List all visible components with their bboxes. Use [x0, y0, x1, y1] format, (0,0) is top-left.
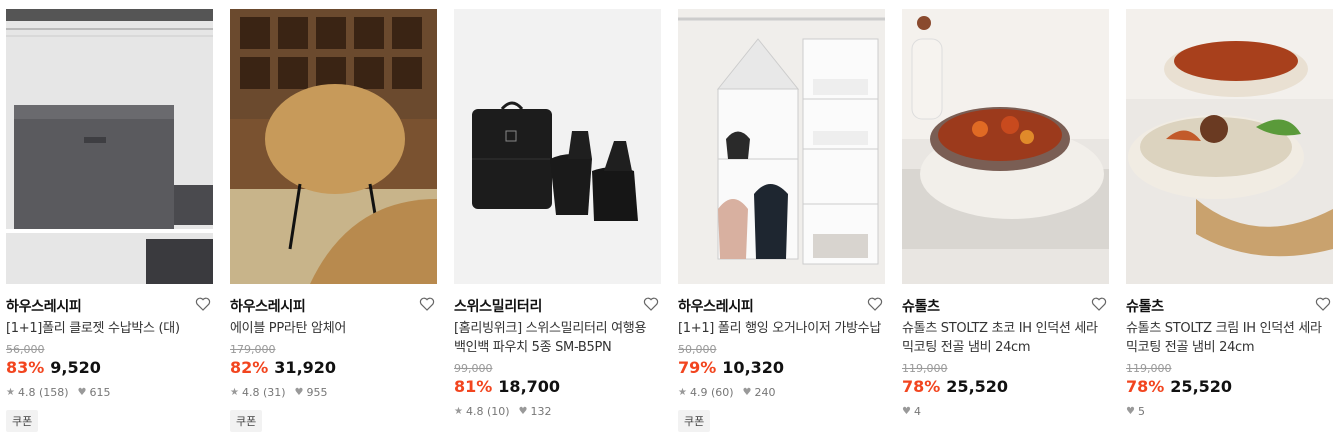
- product-card[interactable]: 하우스레시피 [1+1] 폴리 행잉 오거나이저 가방수납 50,000 79%…: [678, 9, 885, 432]
- star-icon: ★: [230, 387, 239, 398]
- product-name[interactable]: 슈톨츠 STOLTZ 초코 IH 인덕션 세라믹코팅 전골 냄비 24cm: [902, 319, 1109, 357]
- original-price: 119,000: [1126, 362, 1172, 375]
- like-count: 240: [754, 386, 776, 399]
- heart-icon[interactable]: [1315, 296, 1331, 312]
- heart-small-icon: ♥: [294, 387, 304, 398]
- brand-name: 하우스레시피: [6, 299, 82, 315]
- product-card[interactable]: 하우스레시피 [1+1]폴리 클로젯 수납박스 (대) 56,000 83% 9,…: [6, 9, 213, 432]
- sale-price: 10,320: [722, 358, 785, 377]
- product-card[interactable]: 슈톨츠 슈톨츠 STOLTZ 초코 IH 인덕션 세라믹코팅 전골 냄비 24c…: [902, 9, 1109, 419]
- heart-icon[interactable]: [1091, 296, 1107, 312]
- star-icon: ★: [678, 387, 687, 398]
- coupon-badge: 쿠폰: [230, 410, 263, 432]
- heart-small-icon: ♥: [518, 406, 528, 417]
- review-meta: ★ 4.8 (31) ♥ 955: [230, 386, 437, 400]
- review-meta: ♥ 4: [902, 405, 1109, 419]
- product-name[interactable]: 에이블 PP라탄 암체어: [230, 319, 437, 338]
- heart-small-icon: ♥: [1126, 406, 1135, 417]
- brand-name: 슈톨츠: [1126, 299, 1164, 315]
- star-icon: ★: [454, 406, 463, 417]
- review-meta: ★ 4.9 (60) ♥ 240: [678, 386, 885, 400]
- review-meta: ♥ 5: [1126, 405, 1333, 419]
- price-row: 82% 31,920: [230, 358, 437, 378]
- product-card[interactable]: 슈톨츠 슈톨츠 STOLTZ 크림 IH 인덕션 세라믹코팅 전골 냄비 24c…: [1126, 9, 1333, 419]
- choco-pot-image: [902, 9, 1109, 284]
- review-meta: ★ 4.8 (10) ♥ 132: [454, 405, 661, 419]
- original-price: 50,000: [678, 343, 717, 356]
- product-name[interactable]: [홈리빙위크] 스위스밀리터리 여행용 백인백 파우치 5종 SM-B5PN: [454, 319, 661, 357]
- brand-name: 하우스레시피: [678, 299, 754, 315]
- rating: 4.9 (60): [689, 386, 734, 399]
- price-row: 78% 25,520: [1126, 377, 1333, 397]
- brand-name: 슈톨츠: [902, 299, 940, 315]
- discount-rate: 81%: [454, 377, 493, 396]
- cream-pot-image: [1126, 9, 1333, 284]
- heart-icon[interactable]: [195, 296, 211, 312]
- brand-name: 하우스레시피: [230, 299, 306, 315]
- product-card[interactable]: 하우스레시피 에이블 PP라탄 암체어 179,000 82% 31,920 ★ …: [230, 9, 437, 432]
- coupon-badge: 쿠폰: [6, 410, 39, 432]
- rating: 4.8 (158): [17, 386, 69, 399]
- sale-price: 25,520: [946, 377, 1009, 396]
- brand-name: 스위스밀리터리: [454, 299, 543, 315]
- storage-box-image: [6, 9, 213, 284]
- heart-small-icon: ♥: [742, 387, 752, 398]
- heart-icon[interactable]: [867, 296, 883, 312]
- price-row: 83% 9,520: [6, 358, 213, 378]
- discount-rate: 79%: [678, 358, 717, 377]
- product-image[interactable]: [454, 9, 661, 284]
- like-count: 132: [530, 405, 552, 418]
- product-name[interactable]: 슈톨츠 STOLTZ 크림 IH 인덕션 세라믹코팅 전골 냄비 24cm: [1126, 319, 1333, 357]
- rating: 4.8 (31): [241, 386, 286, 399]
- rattan-chair-image: [230, 9, 437, 284]
- travel-pouch-image: [454, 9, 661, 284]
- discount-rate: 83%: [6, 358, 45, 377]
- like-count: 615: [89, 386, 111, 399]
- price-row: 79% 10,320: [678, 358, 885, 378]
- like-count: 5: [1137, 405, 1145, 418]
- price-row: 81% 18,700: [454, 377, 661, 397]
- product-image[interactable]: [1126, 9, 1333, 284]
- review-meta: ★ 4.8 (158) ♥ 615: [6, 386, 213, 400]
- like-count: 955: [306, 386, 328, 399]
- sale-price: 18,700: [498, 377, 561, 396]
- heart-icon[interactable]: [419, 296, 435, 312]
- product-image[interactable]: [678, 9, 885, 284]
- original-price: 119,000: [902, 362, 948, 375]
- product-card[interactable]: 스위스밀리터리 [홈리빙위크] 스위스밀리터리 여행용 백인백 파우치 5종 S…: [454, 9, 661, 419]
- discount-rate: 82%: [230, 358, 269, 377]
- product-name[interactable]: [1+1] 폴리 행잉 오거나이저 가방수납: [678, 319, 885, 338]
- product-name[interactable]: [1+1]폴리 클로젯 수납박스 (대): [6, 319, 213, 338]
- star-icon: ★: [6, 387, 15, 398]
- product-image[interactable]: [230, 9, 437, 284]
- product-image[interactable]: [902, 9, 1109, 284]
- original-price: 179,000: [230, 343, 276, 356]
- hanging-organizer-image: [678, 9, 885, 284]
- original-price: 56,000: [6, 343, 45, 356]
- heart-icon[interactable]: [643, 296, 659, 312]
- discount-rate: 78%: [902, 377, 941, 396]
- original-price: 99,000: [454, 362, 493, 375]
- price-row: 78% 25,520: [902, 377, 1109, 397]
- discount-rate: 78%: [1126, 377, 1165, 396]
- sale-price: 31,920: [274, 358, 337, 377]
- sale-price: 25,520: [1170, 377, 1233, 396]
- heart-small-icon: ♥: [902, 406, 911, 417]
- product-grid: 하우스레시피 [1+1]폴리 클로젯 수납박스 (대) 56,000 83% 9,…: [0, 0, 1341, 445]
- like-count: 4: [913, 405, 921, 418]
- product-image[interactable]: [6, 9, 213, 284]
- sale-price: 9,520: [50, 358, 101, 377]
- rating: 4.8 (10): [465, 405, 510, 418]
- coupon-badge: 쿠폰: [678, 410, 711, 432]
- heart-small-icon: ♥: [77, 387, 87, 398]
